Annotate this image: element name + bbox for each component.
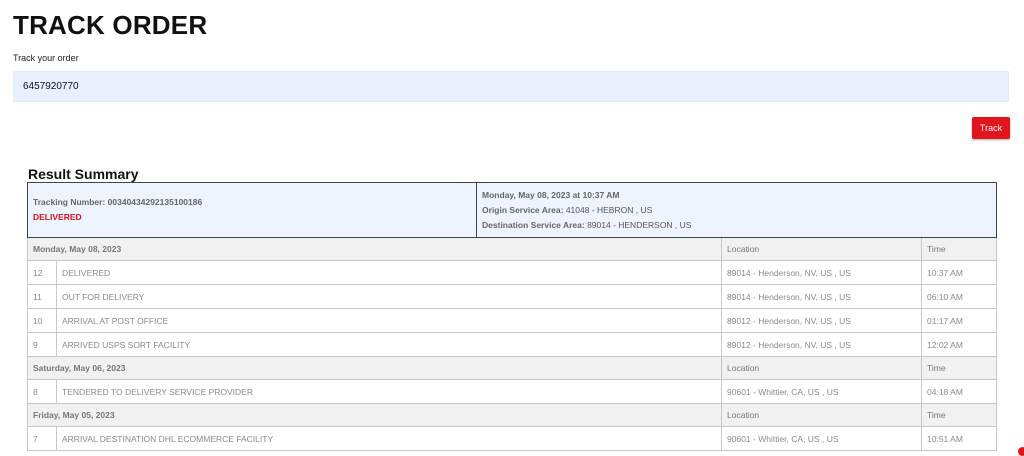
time-column-header: Time [921, 403, 998, 427]
table-row: 10 ARRIVAL AT POST OFFICE 89012 - Hender… [27, 308, 998, 333]
summary-row: Tracking Number: 00340434292135100186 DE… [26, 182, 998, 238]
table-row: 7 ARRIVAL DESTINATION DHL ECOMMERCE FACI… [27, 426, 998, 451]
service-area-cell: Monday, May 08, 2023 at 10:37 AM Origin … [476, 182, 998, 238]
tracking-number-value: 00340434292135100186 [107, 197, 203, 207]
table-row: 12 DELIVERED 89014 - Henderson, NV, US ,… [27, 260, 998, 285]
event-number: 11 [27, 284, 57, 309]
table-row: 8 TENDERED TO DELIVERY SERVICE PROVIDER … [27, 379, 998, 404]
status-badge: DELIVERED [33, 212, 82, 222]
result-summary-title: Result Summary [28, 166, 139, 182]
event-number: 7 [27, 426, 57, 451]
day-header-row: Friday, May 05, 2023 Location Time [26, 403, 998, 427]
delivery-datetime: Monday, May 08, 2023 at 10:37 AM [482, 189, 620, 200]
day-date: Saturday, May 06, 2023 [26, 356, 723, 380]
event-number: 8 [27, 379, 57, 404]
destination-value: 89014 - HENDERSON , US [587, 219, 692, 230]
destination-label: Destination Service Area: [482, 219, 585, 230]
event-location: 89012 - Henderson, NV, US , US [721, 332, 923, 357]
time-column-header: Time [921, 356, 998, 380]
event-location: 89014 - Henderson, NV, US , US [721, 284, 923, 309]
page-title: TRACK ORDER [13, 10, 208, 40]
tracking-summary-cell: Tracking Number: 00340434292135100186 DE… [26, 182, 478, 238]
tracking-number-label: Tracking Number: [33, 197, 106, 207]
event-description: ARRIVAL AT POST OFFICE [55, 308, 723, 333]
event-number: 12 [27, 260, 57, 285]
event-location: 90601 - Whittier, CA, US , US [721, 426, 923, 451]
event-time: 10:37 AM [921, 260, 998, 285]
track-order-label: Track your order [13, 53, 79, 63]
day-date: Friday, May 05, 2023 [26, 403, 723, 427]
table-row: 11 OUT FOR DELIVERY 89014 - Henderson, N… [27, 284, 998, 309]
time-column-header: Time [921, 237, 998, 261]
event-number: 10 [27, 308, 57, 333]
origin-label: Origin Service Area: [482, 204, 564, 215]
event-location: 89012 - Henderson, NV, US , US [721, 308, 923, 333]
location-column-header: Location [721, 403, 923, 427]
event-number: 9 [27, 332, 57, 357]
event-description: ARRIVAL DESTINATION DHL ECOMMERCE FACILI… [55, 426, 723, 451]
day-date: Monday, May 08, 2023 [26, 237, 723, 261]
event-location: 90601 - Whittier, CA, US , US [721, 379, 923, 404]
origin-value: 41048 - HEBRON , US [565, 204, 653, 215]
location-column-header: Location [721, 356, 923, 380]
event-description: ARRIVED USPS SORT FACILITY [55, 332, 723, 357]
event-time: 10:51 AM [921, 426, 998, 451]
event-time: 01:17 AM [921, 308, 998, 333]
event-description: OUT FOR DELIVERY [55, 284, 723, 309]
event-time: 12:02 AM [921, 332, 998, 357]
track-button[interactable]: Track [972, 117, 1010, 139]
tracking-number-input[interactable] [13, 71, 1009, 102]
location-column-header: Location [721, 237, 923, 261]
event-time: 04:18 AM [921, 379, 998, 404]
event-location: 89014 - Henderson, NV, US , US [721, 260, 923, 285]
event-description: DELIVERED [55, 260, 723, 285]
day-header-row: Monday, May 08, 2023 Location Time [26, 237, 998, 261]
tracking-result-table: Tracking Number: 00340434292135100186 DE… [26, 182, 998, 451]
table-row: 9 ARRIVED USPS SORT FACILITY 89012 - Hen… [27, 332, 998, 357]
event-description: TENDERED TO DELIVERY SERVICE PROVIDER [55, 379, 723, 404]
event-time: 06:10 AM [921, 284, 998, 309]
day-header-row: Saturday, May 06, 2023 Location Time [26, 356, 998, 380]
